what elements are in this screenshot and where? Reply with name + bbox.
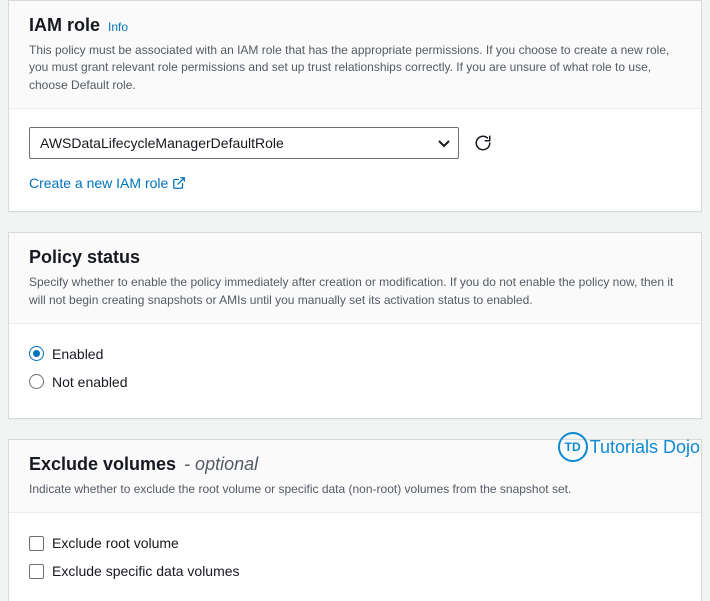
panel-header: Exclude volumes - optional Indicate whet… xyxy=(9,440,701,513)
iam-role-select[interactable]: AWSDataLifecycleManagerDefaultRole xyxy=(29,127,459,159)
panel-title: Policy status xyxy=(29,247,681,268)
exclude-volumes-title: Exclude volumes xyxy=(29,454,176,475)
checkbox-exclude-data[interactable]: Exclude specific data volumes xyxy=(29,559,681,583)
checkbox-icon xyxy=(29,564,44,579)
exclude-volumes-description: Indicate whether to exclude the root vol… xyxy=(29,481,681,498)
create-iam-role-link[interactable]: Create a new IAM role xyxy=(29,175,681,191)
checkbox-label: Exclude specific data volumes xyxy=(52,563,240,579)
create-iam-role-label: Create a new IAM role xyxy=(29,175,168,191)
info-link[interactable]: Info xyxy=(108,20,128,34)
caret-down-icon xyxy=(438,135,450,151)
radio-label: Enabled xyxy=(52,346,103,362)
policy-status-description: Specify whether to enable the policy imm… xyxy=(29,274,681,309)
iam-role-description: This policy must be associated with an I… xyxy=(29,42,681,94)
radio-icon xyxy=(29,346,44,361)
radio-icon xyxy=(29,374,44,389)
checkbox-icon xyxy=(29,536,44,551)
panel-exclude-volumes: Exclude volumes - optional Indicate whet… xyxy=(8,439,702,601)
panel-body: Exclude root volume Exclude specific dat… xyxy=(9,513,701,601)
panel-body: AWSDataLifecycleManagerDefaultRole Creat… xyxy=(9,109,701,211)
panel-header: IAM role Info This policy must be associ… xyxy=(9,1,701,109)
radio-enabled[interactable]: Enabled xyxy=(29,342,681,366)
panel-policy-status: Policy status Specify whether to enable … xyxy=(8,232,702,419)
panel-header: Policy status Specify whether to enable … xyxy=(9,233,701,324)
checkbox-exclude-root[interactable]: Exclude root volume xyxy=(29,531,681,555)
panel-body: Enabled Not enabled xyxy=(9,324,701,418)
iam-role-selected-value: AWSDataLifecycleManagerDefaultRole xyxy=(40,135,284,151)
optional-label: - optional xyxy=(184,454,258,475)
panel-title: IAM role Info xyxy=(29,15,681,36)
checkbox-label: Exclude root volume xyxy=(52,535,179,551)
refresh-icon[interactable] xyxy=(473,133,493,153)
radio-label: Not enabled xyxy=(52,374,128,390)
panel-iam-role: IAM role Info This policy must be associ… xyxy=(8,0,702,212)
panel-title: Exclude volumes - optional xyxy=(29,454,681,475)
policy-status-title: Policy status xyxy=(29,247,140,268)
external-link-icon xyxy=(172,176,186,190)
radio-not-enabled[interactable]: Not enabled xyxy=(29,370,681,394)
iam-role-title: IAM role xyxy=(29,15,100,36)
